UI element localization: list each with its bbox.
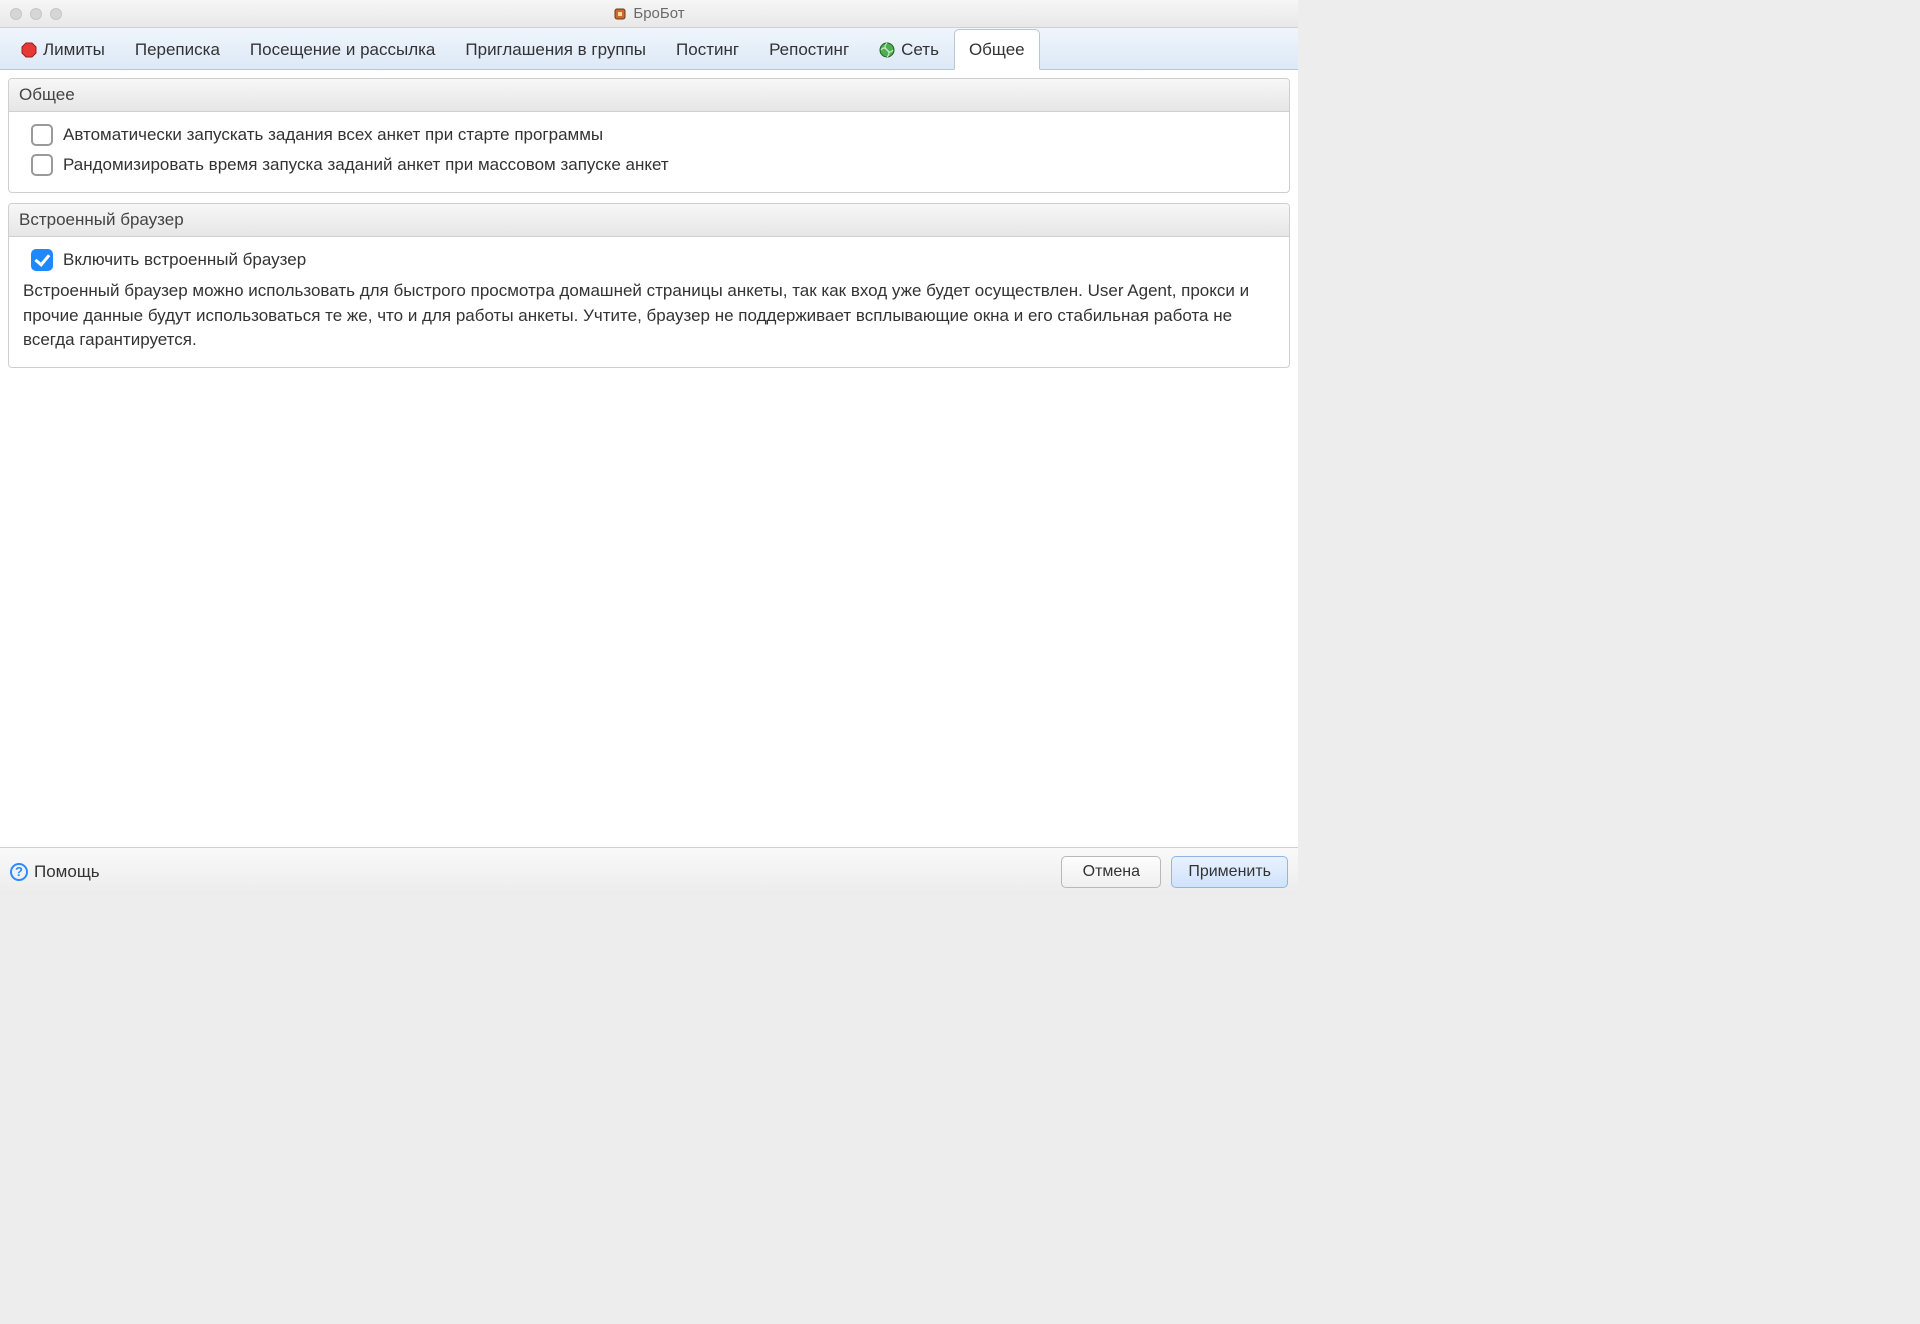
window-titlebar: БроБот [0, 0, 1298, 28]
app-icon [613, 7, 627, 21]
option-autostart-label: Автоматически запускать задания всех анк… [63, 125, 603, 145]
footer-bar: ? Помощь Отмена Применить [0, 847, 1298, 895]
option-autostart[interactable]: Автоматически запускать задания всех анк… [21, 120, 1277, 150]
tab-reposting[interactable]: Репостинг [754, 29, 864, 70]
tab-label: Постинг [676, 40, 739, 60]
cancel-button-label: Отмена [1083, 863, 1140, 881]
option-enable-browser[interactable]: Включить встроенный браузер [21, 245, 1277, 275]
tab-label: Сеть [901, 40, 939, 60]
panel-general: Общее Автоматически запускать задания вс… [8, 78, 1290, 193]
apply-button-label: Применить [1188, 863, 1271, 881]
tab-posting[interactable]: Постинг [661, 29, 754, 70]
tab-chat[interactable]: Переписка [120, 29, 235, 70]
help-label: Помощь [34, 862, 100, 882]
globe-icon [879, 42, 895, 58]
tab-invites[interactable]: Приглашения в группы [450, 29, 661, 70]
window-controls [0, 8, 62, 20]
tab-label: Приглашения в группы [465, 40, 646, 60]
window-title: БроБот [633, 5, 684, 22]
help-link[interactable]: ? Помощь [10, 862, 100, 882]
panel-general-title: Общее [9, 79, 1289, 112]
apply-button[interactable]: Применить [1171, 856, 1288, 888]
tab-label: Общее [969, 40, 1025, 60]
tab-label: Лимиты [43, 40, 105, 60]
panel-browser: Встроенный браузер Включить встроенный б… [8, 203, 1290, 368]
panel-browser-title: Встроенный браузер [9, 204, 1289, 237]
tab-label: Переписка [135, 40, 220, 60]
content-area: Общее Автоматически запускать задания вс… [0, 70, 1298, 847]
tab-bar: Лимиты Переписка Посещение и рассылка Пр… [0, 28, 1298, 70]
tab-label: Посещение и рассылка [250, 40, 435, 60]
option-randomize[interactable]: Рандомизировать время запуска заданий ан… [21, 150, 1277, 180]
tab-label: Репостинг [769, 40, 849, 60]
help-icon: ? [10, 863, 28, 881]
close-window-button[interactable] [10, 8, 22, 20]
option-randomize-label: Рандомизировать время запуска заданий ан… [63, 155, 669, 175]
checkbox-autostart[interactable] [31, 124, 53, 146]
tab-network[interactable]: Сеть [864, 29, 954, 70]
tab-visits[interactable]: Посещение и рассылка [235, 29, 450, 70]
option-enable-browser-label: Включить встроенный браузер [63, 250, 306, 270]
checkbox-enable-browser[interactable] [31, 249, 53, 271]
browser-description: Встроенный браузер можно использовать дл… [21, 275, 1277, 355]
cancel-button[interactable]: Отмена [1061, 856, 1161, 888]
minimize-window-button[interactable] [30, 8, 42, 20]
stop-icon [21, 42, 37, 58]
tab-limits[interactable]: Лимиты [6, 29, 120, 70]
tab-general[interactable]: Общее [954, 29, 1040, 70]
checkbox-randomize[interactable] [31, 154, 53, 176]
zoom-window-button[interactable] [50, 8, 62, 20]
